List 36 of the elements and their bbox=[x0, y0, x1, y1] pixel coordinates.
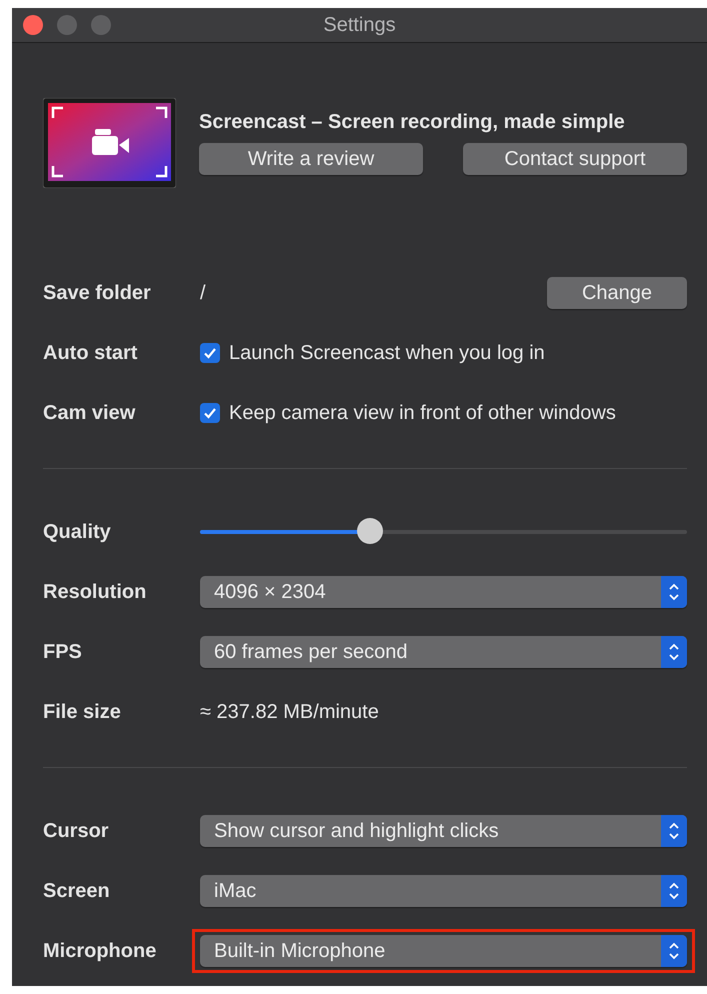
dropdown[interactable]: iMac bbox=[200, 875, 687, 907]
checkbox[interactable] bbox=[200, 403, 220, 423]
app-icon bbox=[43, 98, 176, 188]
setting-label: Microphone bbox=[43, 940, 158, 962]
setting-label: Auto start bbox=[43, 342, 138, 364]
dropdown[interactable]: 4096 × 2304 bbox=[200, 576, 687, 608]
chevron-icon bbox=[668, 642, 680, 662]
setting-label: Cursor bbox=[43, 820, 110, 842]
chevron-icon bbox=[668, 821, 680, 841]
setting-label: Resolution bbox=[43, 580, 148, 604]
app-tagline: Screencast – Screen recording, made simple bbox=[199, 111, 625, 134]
setting-label: FPS bbox=[43, 640, 83, 664]
dropdown[interactable]: Show cursor and highlight clicks bbox=[200, 815, 687, 847]
setting-label: Quality bbox=[43, 520, 112, 544]
checkbox-label: Launch Screencast when you log in bbox=[229, 342, 545, 364]
review-button[interactable]: Write a review bbox=[199, 143, 423, 175]
change-button[interactable]: Change bbox=[547, 277, 687, 309]
checkmark-icon bbox=[203, 346, 217, 360]
setting-label: Screen bbox=[43, 880, 111, 902]
folder-path: / bbox=[200, 282, 206, 304]
window-title: Settings bbox=[323, 14, 396, 36]
slider-thumb[interactable] bbox=[357, 518, 384, 544]
setting-label: Save folder bbox=[43, 282, 152, 304]
chevron-icon bbox=[668, 582, 680, 602]
checkmark-icon bbox=[203, 406, 217, 420]
dropdown[interactable]: Built-in Microphone bbox=[200, 935, 687, 967]
support-button[interactable]: Contact support bbox=[463, 143, 687, 175]
file-size-value: ≈ 237.82 MB/minute bbox=[200, 700, 380, 724]
chevron-icon bbox=[668, 881, 680, 901]
checkbox[interactable] bbox=[200, 343, 220, 363]
setting-label: File size bbox=[43, 700, 122, 724]
setting-label: Cam view bbox=[43, 402, 136, 424]
dropdown[interactable]: 60 frames per second bbox=[200, 636, 687, 668]
close-button[interactable] bbox=[23, 15, 43, 35]
chevron-icon bbox=[668, 941, 680, 961]
checkbox-label: Keep camera view in front of other windows bbox=[229, 402, 616, 424]
